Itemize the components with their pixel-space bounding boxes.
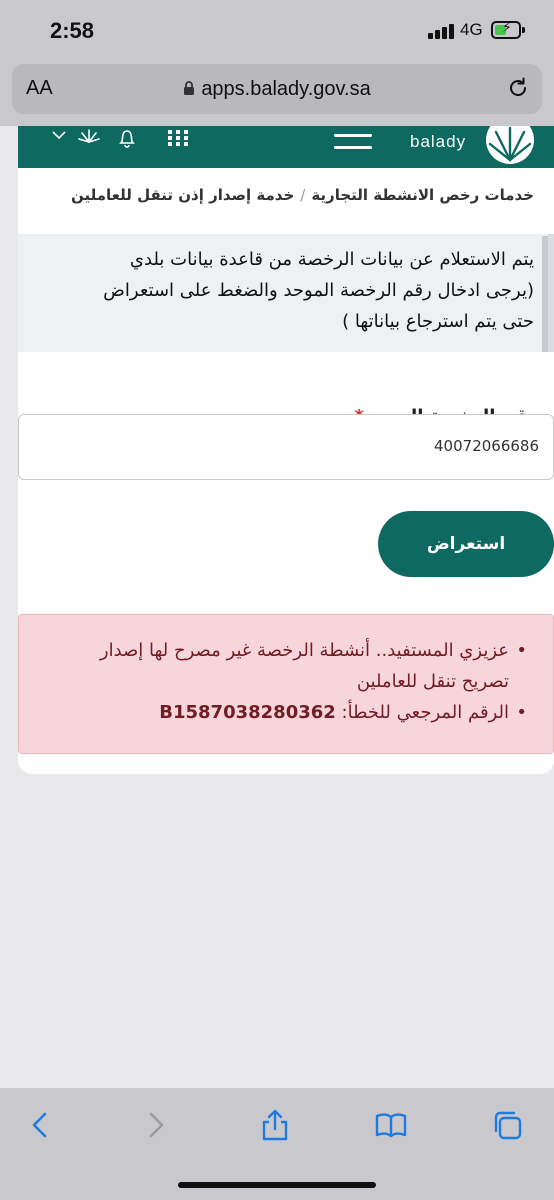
apps-grid-icon[interactable] (168, 130, 188, 146)
license-number-field[interactable] (18, 414, 554, 480)
reference-label: الرقم المرجعي للخطأ: (341, 702, 509, 723)
chevron-down-icon[interactable] (52, 126, 66, 140)
menu-icon[interactable] (334, 132, 372, 154)
tabs-icon[interactable] (490, 1108, 524, 1142)
info-scrollbar[interactable] (542, 236, 548, 352)
reload-icon[interactable] (506, 76, 530, 100)
bookmarks-icon[interactable] (374, 1108, 408, 1142)
home-indicator (178, 1182, 376, 1188)
alert-reference: الرقم المرجعي للخطأ: B1587038280362 (47, 697, 527, 728)
sun-logo-icon[interactable] (78, 126, 100, 146)
main-content: خدمات رخص الانشطة التجارية / خدمة إصدار إذ… (18, 168, 554, 774)
site-header: balady (18, 126, 554, 168)
status-time: 2:58 (50, 18, 95, 43)
info-box: يتم الاستعلام عن بيانات الرخصة من قاعدة … (18, 234, 554, 352)
info-line: حتى يتم استرجاع بياناتها ) (342, 311, 534, 332)
battery-icon: ⚡ (491, 20, 525, 39)
url-field[interactable]: apps.balady.gov.sa (12, 78, 542, 102)
logo-text: balady (410, 132, 467, 151)
signal-icon (428, 23, 456, 39)
address-bar[interactable]: AA apps.balady.gov.sa (12, 64, 542, 114)
back-icon[interactable] (24, 1108, 58, 1142)
view-button[interactable]: استعراض (378, 511, 554, 577)
reference-code: B1587038280362 (159, 702, 336, 723)
forward-icon[interactable] (138, 1108, 172, 1142)
breadcrumb-separator: / (300, 186, 306, 204)
info-text: يتم الاستعلام عن بيانات الرخصة من قاعدة … (34, 244, 534, 337)
network-label: 4G (460, 20, 483, 39)
info-line: (يرجى ادخال رقم الرخصة الموحد والضغط على… (103, 280, 534, 301)
balady-logo-icon (484, 126, 536, 166)
breadcrumb: خدمات رخص الانشطة التجارية / خدمة إصدار إذ… (71, 186, 534, 204)
license-number-input[interactable] (239, 437, 539, 455)
breadcrumb-item-licenses[interactable]: خدمات رخص الانشطة التجارية (311, 186, 534, 204)
bell-icon[interactable] (116, 128, 138, 150)
browser-chrome: 2:58 4G ⚡ AA apps.balady.gov.sa (0, 0, 554, 126)
breadcrumb-item-current: خدمة إصدار إذن تنقل للعاملين (70, 186, 295, 204)
alert-message: عزيزي المستفيد.. أنشطة الرخصة غير مصرح ل… (47, 635, 527, 697)
share-icon[interactable] (258, 1108, 292, 1142)
error-alert: عزيزي المستفيد.. أنشطة الرخصة غير مصرح ل… (18, 614, 554, 754)
info-line: يتم الاستعلام عن بيانات الرخصة من قاعدة … (129, 249, 534, 270)
url-text: apps.balady.gov.sa (201, 78, 371, 100)
lock-icon (183, 79, 195, 102)
